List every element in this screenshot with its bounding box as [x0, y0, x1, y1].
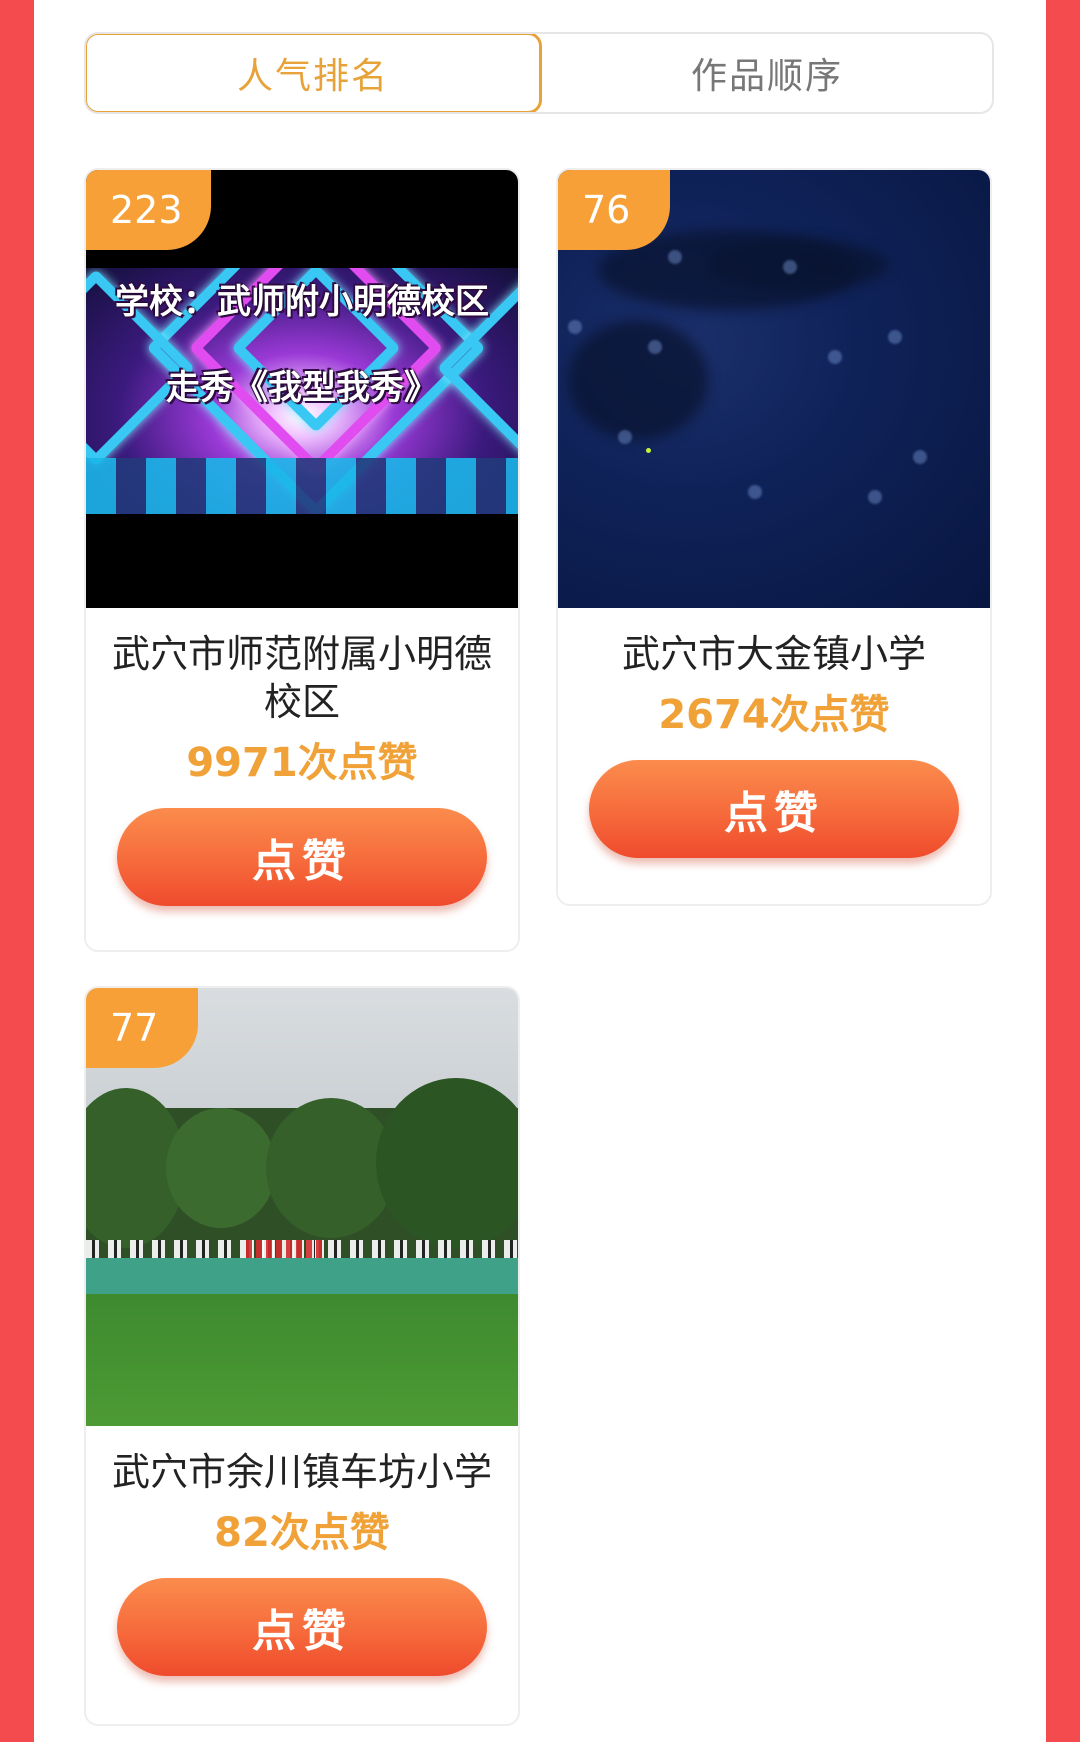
entry-name: 武穴市余川镇车坊小学: [111, 1450, 492, 1494]
like-count: 2674次点赞: [658, 692, 890, 738]
like-button[interactable]: 点赞: [117, 808, 487, 906]
entry-thumbnail[interactable]: 77: [86, 988, 518, 1426]
entry-name: 武穴市师范附属小明德校区: [111, 632, 492, 724]
thumbnail-caption-school: 学校：武师附小明德校区: [115, 282, 489, 322]
rank-badge: 223: [86, 170, 211, 250]
entry-name: 武穴市大金镇小学: [621, 632, 926, 676]
tab-popularity-ranking[interactable]: 人气排名: [86, 34, 542, 112]
entry-card[interactable]: 学校：武师附小明德校区 走秀《我型我秀》 223 武穴市师范附属小明德校区 99…: [84, 168, 520, 952]
entry-thumbnail[interactable]: 76: [558, 170, 990, 608]
entry-thumbnail[interactable]: 学校：武师附小明德校区 走秀《我型我秀》 223: [86, 170, 518, 608]
rank-badge: 76: [558, 170, 670, 250]
thumbnail-caption-title: 走秀《我型我秀》: [166, 368, 438, 408]
like-count: 9971次点赞: [186, 740, 418, 786]
like-count: 82次点赞: [214, 1510, 390, 1556]
entry-card[interactable]: 77 武穴市余川镇车坊小学 82次点赞 点赞: [84, 986, 520, 1726]
rank-badge: 77: [86, 988, 198, 1068]
like-button[interactable]: 点赞: [117, 1578, 487, 1676]
entry-card[interactable]: 76 武穴市大金镇小学 2674次点赞 点赞: [556, 168, 992, 906]
tab-entry-order[interactable]: 作品顺序: [542, 34, 992, 112]
like-button[interactable]: 点赞: [589, 760, 959, 858]
sort-tabs: 人气排名 作品顺序: [84, 32, 994, 114]
